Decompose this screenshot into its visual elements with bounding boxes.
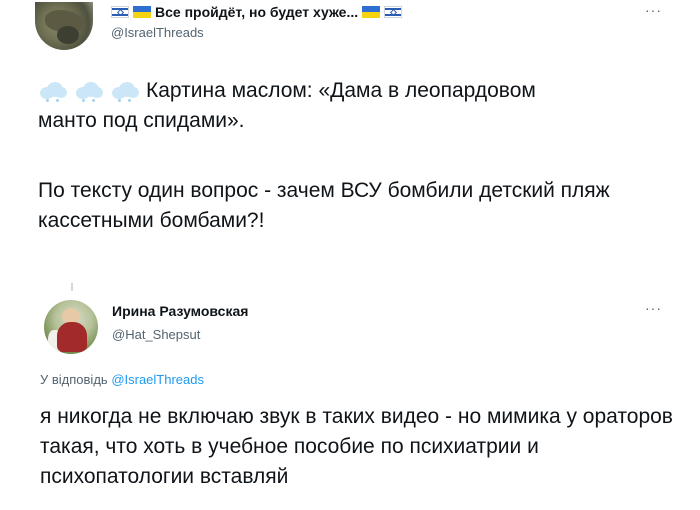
display-name-row[interactable]: Все пройдёт, но будет хуже... [111,4,403,20]
tweet-text-paragraph: По тексту один вопрос - зачем ВСУ бомбил… [38,179,610,232]
cloud-icon [74,81,104,102]
cloud-icon [38,81,68,102]
tweet-text-line: Картина маслом: «Дама в леопардовом [146,79,536,102]
more-options-icon[interactable]: ··· [645,2,662,18]
ukraine-flag-icon [362,6,381,18]
avatar-shape [57,26,79,44]
display-name[interactable]: Ирина Разумовская [112,303,248,319]
avatar[interactable] [44,300,98,354]
reply-handle-link[interactable]: @IsraelThreads [111,372,204,387]
ukraine-flag-icon [133,6,151,18]
cloud-icon [110,81,140,102]
tweet-text: Картина маслом: «Дама в леопардовом мант… [38,76,678,136]
user-handle[interactable]: @IsraelThreads [111,25,204,40]
avatar[interactable] [35,2,93,50]
tweet-original[interactable]: Все пройдёт, но будет хуже... @IsraelThr… [0,0,700,262]
tweet-text: я никогда не включаю звук в таких видео … [40,405,673,488]
more-options-icon[interactable]: ··· [645,300,662,316]
replying-to: У відповідь @IsraelThreads [40,372,204,387]
avatar-shape [57,322,87,352]
israel-flag-icon [384,6,403,18]
user-handle[interactable]: @Hat_Shepsut [112,327,200,342]
display-name-row[interactable]: Ирина Разумовская [112,303,248,319]
reply-prefix: У відповідь [40,372,108,387]
display-name[interactable]: Все пройдёт, но будет хуже... [155,4,358,20]
israel-flag-icon [111,6,129,18]
tweet-text-line: манто под спидами». [38,109,245,132]
